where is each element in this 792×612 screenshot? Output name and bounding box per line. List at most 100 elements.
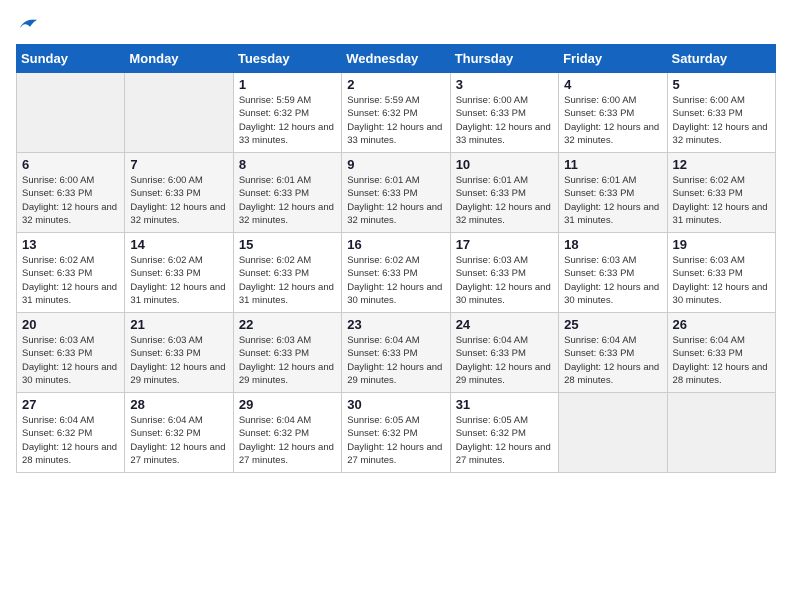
calendar-cell: 7 Sunrise: 6:00 AM Sunset: 6:33 PM Daylig…: [125, 153, 233, 233]
calendar-cell: 20Sunrise: 6:03 AM Sunset: 6:33 PM Dayli…: [17, 313, 125, 393]
day-number: 31: [456, 397, 553, 412]
calendar-week-row: 20 Sunrise: 6:03 AM Sunset: 6:33 PM Dayli…: [17, 313, 776, 393]
day-info: Sunrise: 6:01 AM Sunset: 6:33 PM Dayligh…: [564, 174, 661, 227]
day-info: Sunrise: 6:03 AM Sunset: 6:33 PM Dayligh…: [673, 254, 770, 307]
calendar-cell: 13 Sunrise: 6:02 AM Sunset: 6:33 PM Dayli…: [17, 233, 125, 313]
calendar-week-row: 27 Sunrise: 6:04 AM Sunset: 6:32 PM Dayli…: [17, 393, 776, 473]
calendar-week-row: 6 Sunrise: 6:00 AM Sunset: 6:33 PM Daylig…: [17, 153, 776, 233]
calendar-cell: [667, 393, 775, 473]
day-number: 8: [239, 157, 336, 172]
calendar-week-row: 13 Sunrise: 6:02 AM Sunset: 6:33 PM Dayli…: [17, 233, 776, 313]
calendar-header-row: SundayMondayTuesdayWednesdayThursdayFrid…: [17, 45, 776, 73]
day-number: 21: [130, 317, 227, 332]
day-info: Sunrise: 6:04 AM Sunset: 6:33 PM Dayligh…: [673, 334, 770, 387]
day-info: Sunrise: 6:01 AM Sunset: 6:33 PM Dayligh…: [347, 174, 444, 227]
calendar-cell: 11 Sunrise: 6:01 AM Sunset: 6:33 PM Dayli…: [559, 153, 667, 233]
calendar-cell: 28 Sunrise: 6:04 AM Sunset: 6:32 PM Dayli…: [125, 393, 233, 473]
day-number: 17: [456, 237, 553, 252]
day-number: 26: [673, 317, 770, 332]
calendar-cell: 9 Sunrise: 6:01 AM Sunset: 6:33 PM Daylig…: [342, 153, 450, 233]
day-number: 27: [22, 397, 119, 412]
day-number: 2: [347, 77, 444, 92]
day-number: 18: [564, 237, 661, 252]
calendar-cell: 10Sunrise: 6:01 AM Sunset: 6:33 PM Dayli…: [450, 153, 558, 233]
day-info: Sunrise: 6:03 AM Sunset: 6:33 PM Dayligh…: [239, 334, 336, 387]
calendar-day-header: Saturday: [667, 45, 775, 73]
day-info: Sunrise: 6:03 AM Sunset: 6:33 PM Dayligh…: [564, 254, 661, 307]
day-number: 3: [456, 77, 553, 92]
day-number: 25: [564, 317, 661, 332]
calendar-cell: 29Sunrise: 6:04 AM Sunset: 6:32 PM Dayli…: [233, 393, 341, 473]
calendar-week-row: 1 Sunrise: 5:59 AM Sunset: 6:32 PM Daylig…: [17, 73, 776, 153]
day-number: 13: [22, 237, 119, 252]
day-info: Sunrise: 6:02 AM Sunset: 6:33 PM Dayligh…: [239, 254, 336, 307]
calendar-cell: 25 Sunrise: 6:04 AM Sunset: 6:33 PM Dayli…: [559, 313, 667, 393]
calendar-cell: 2Sunrise: 5:59 AM Sunset: 6:32 PM Daylig…: [342, 73, 450, 153]
calendar-cell: 16Sunrise: 6:02 AM Sunset: 6:33 PM Dayli…: [342, 233, 450, 313]
calendar-cell: 12 Sunrise: 6:02 AM Sunset: 6:33 PM Dayli…: [667, 153, 775, 233]
calendar-cell: 3 Sunrise: 6:00 AM Sunset: 6:33 PM Daylig…: [450, 73, 558, 153]
day-number: 30: [347, 397, 444, 412]
calendar-cell: 6 Sunrise: 6:00 AM Sunset: 6:33 PM Daylig…: [17, 153, 125, 233]
calendar-cell: 4 Sunrise: 6:00 AM Sunset: 6:33 PM Daylig…: [559, 73, 667, 153]
calendar-cell: 24Sunrise: 6:04 AM Sunset: 6:33 PM Dayli…: [450, 313, 558, 393]
calendar-cell: 8 Sunrise: 6:01 AM Sunset: 6:33 PM Daylig…: [233, 153, 341, 233]
calendar-day-header: Monday: [125, 45, 233, 73]
calendar-day-header: Tuesday: [233, 45, 341, 73]
day-number: 19: [673, 237, 770, 252]
calendar-cell: 1 Sunrise: 5:59 AM Sunset: 6:32 PM Daylig…: [233, 73, 341, 153]
calendar-cell: 22 Sunrise: 6:03 AM Sunset: 6:33 PM Dayli…: [233, 313, 341, 393]
day-info: Sunrise: 6:03 AM Sunset: 6:33 PM Dayligh…: [130, 334, 227, 387]
day-number: 4: [564, 77, 661, 92]
logo: [16, 16, 40, 32]
day-number: 10: [456, 157, 553, 172]
day-number: 15: [239, 237, 336, 252]
calendar-cell: 30 Sunrise: 6:05 AM Sunset: 6:32 PM Dayli…: [342, 393, 450, 473]
calendar-cell: [125, 73, 233, 153]
day-info: Sunrise: 6:00 AM Sunset: 6:33 PM Dayligh…: [130, 174, 227, 227]
day-info: Sunrise: 6:00 AM Sunset: 6:33 PM Dayligh…: [456, 94, 553, 147]
day-number: 9: [347, 157, 444, 172]
day-info: Sunrise: 6:04 AM Sunset: 6:33 PM Dayligh…: [456, 334, 553, 387]
calendar-cell: 23 Sunrise: 6:04 AM Sunset: 6:33 PM Dayli…: [342, 313, 450, 393]
day-number: 22: [239, 317, 336, 332]
logo-bird-icon: [18, 16, 38, 32]
day-number: 5: [673, 77, 770, 92]
calendar-cell: 17Sunrise: 6:03 AM Sunset: 6:33 PM Dayli…: [450, 233, 558, 313]
day-number: 12: [673, 157, 770, 172]
day-info: Sunrise: 6:04 AM Sunset: 6:32 PM Dayligh…: [22, 414, 119, 467]
calendar-cell: 31 Sunrise: 6:05 AM Sunset: 6:32 PM Dayli…: [450, 393, 558, 473]
day-number: 1: [239, 77, 336, 92]
day-info: Sunrise: 6:02 AM Sunset: 6:33 PM Dayligh…: [22, 254, 119, 307]
calendar-day-header: Thursday: [450, 45, 558, 73]
day-number: 11: [564, 157, 661, 172]
day-number: 23: [347, 317, 444, 332]
calendar-cell: 19 Sunrise: 6:03 AM Sunset: 6:33 PM Dayli…: [667, 233, 775, 313]
day-number: 20: [22, 317, 119, 332]
day-info: Sunrise: 6:04 AM Sunset: 6:32 PM Dayligh…: [239, 414, 336, 467]
day-info: Sunrise: 6:02 AM Sunset: 6:33 PM Dayligh…: [673, 174, 770, 227]
day-info: Sunrise: 6:01 AM Sunset: 6:33 PM Dayligh…: [239, 174, 336, 227]
day-number: 6: [22, 157, 119, 172]
page-header: [16, 16, 776, 32]
day-info: Sunrise: 6:04 AM Sunset: 6:33 PM Dayligh…: [347, 334, 444, 387]
day-info: Sunrise: 6:04 AM Sunset: 6:32 PM Dayligh…: [130, 414, 227, 467]
calendar-cell: 15 Sunrise: 6:02 AM Sunset: 6:33 PM Dayli…: [233, 233, 341, 313]
day-info: Sunrise: 5:59 AM Sunset: 6:32 PM Dayligh…: [239, 94, 336, 147]
day-info: Sunrise: 6:05 AM Sunset: 6:32 PM Dayligh…: [456, 414, 553, 467]
calendar-cell: [17, 73, 125, 153]
day-info: Sunrise: 6:00 AM Sunset: 6:33 PM Dayligh…: [564, 94, 661, 147]
calendar-cell: 5Sunrise: 6:00 AM Sunset: 6:33 PM Daylig…: [667, 73, 775, 153]
calendar-cell: 18 Sunrise: 6:03 AM Sunset: 6:33 PM Dayli…: [559, 233, 667, 313]
calendar-cell: 14Sunrise: 6:02 AM Sunset: 6:33 PM Dayli…: [125, 233, 233, 313]
day-number: 7: [130, 157, 227, 172]
calendar-day-header: Sunday: [17, 45, 125, 73]
day-number: 14: [130, 237, 227, 252]
day-number: 28: [130, 397, 227, 412]
day-info: Sunrise: 6:04 AM Sunset: 6:33 PM Dayligh…: [564, 334, 661, 387]
calendar-cell: 26 Sunrise: 6:04 AM Sunset: 6:33 PM Dayli…: [667, 313, 775, 393]
calendar-table: SundayMondayTuesdayWednesdayThursdayFrid…: [16, 44, 776, 473]
calendar-day-header: Friday: [559, 45, 667, 73]
day-info: Sunrise: 6:00 AM Sunset: 6:33 PM Dayligh…: [22, 174, 119, 227]
day-info: Sunrise: 6:05 AM Sunset: 6:32 PM Dayligh…: [347, 414, 444, 467]
